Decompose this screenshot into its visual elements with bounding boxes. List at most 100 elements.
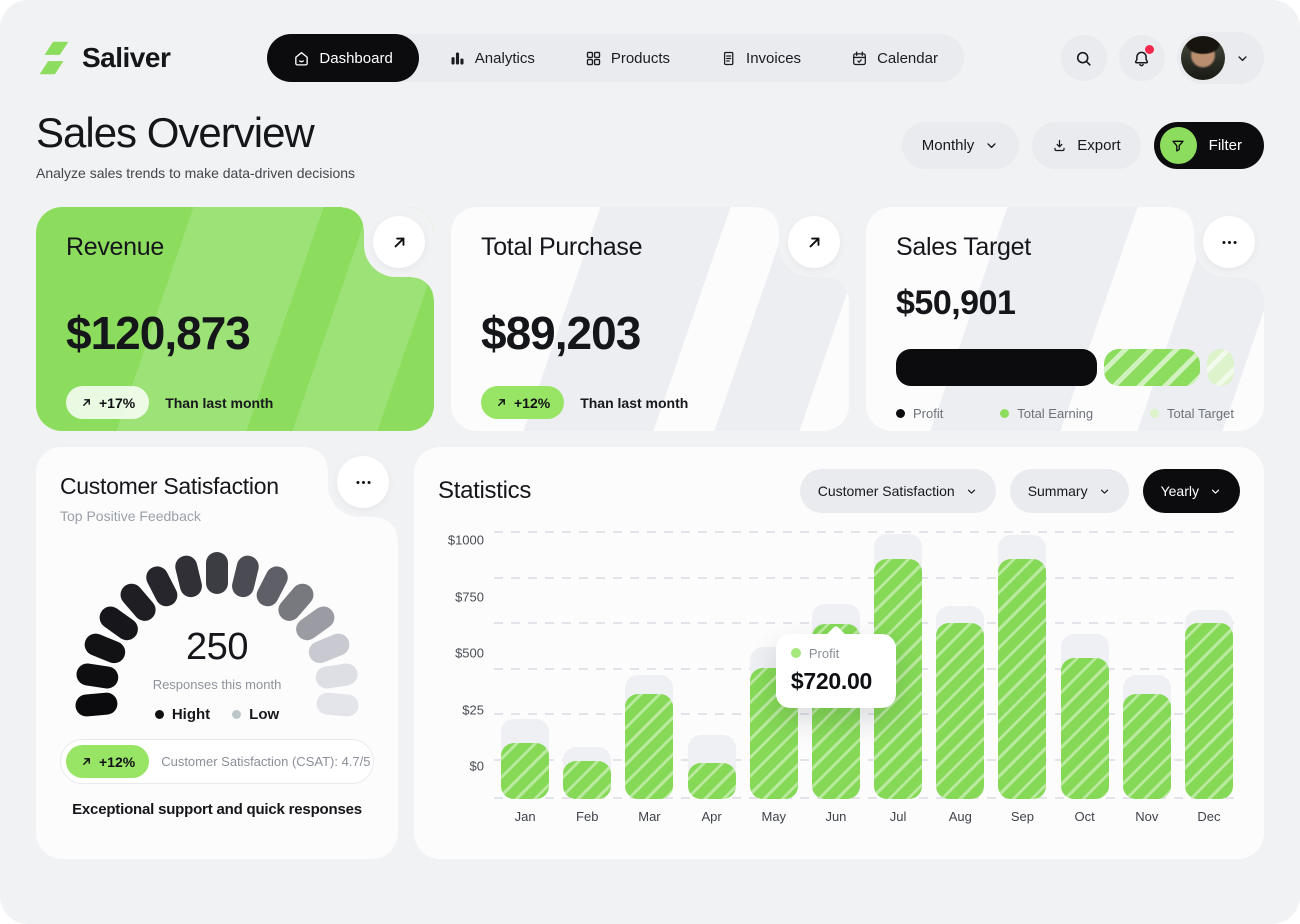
target-segment-total-target <box>1207 349 1234 386</box>
chart-bar-apr[interactable] <box>688 763 736 800</box>
chevron-down-icon <box>1098 485 1111 498</box>
chart-bar-sep[interactable] <box>998 559 1046 799</box>
statistics-title: Statistics <box>438 477 531 505</box>
page-title: Sales Overview <box>36 110 355 156</box>
profile-menu[interactable] <box>1177 32 1264 84</box>
invoice-icon <box>720 50 737 67</box>
filter-customer-satisfaction[interactable]: Customer Satisfaction <box>800 469 996 513</box>
ellipsis-icon <box>1220 233 1239 252</box>
chart-bar-aug[interactable] <box>936 623 984 800</box>
nav-item-products[interactable]: Products <box>565 34 690 82</box>
chart-plot: Profit $720.00 <box>494 531 1240 799</box>
revenue-expand-button[interactable] <box>373 216 425 268</box>
lightning-bolt-icon <box>36 39 72 77</box>
total-purchase-expand-button[interactable] <box>788 216 840 268</box>
chart-bar-group <box>1116 531 1178 799</box>
chart-bar-dec[interactable] <box>1185 623 1233 800</box>
period-dropdown[interactable]: Monthly <box>902 122 1020 169</box>
satisfaction-score-caption: Responses this month <box>81 677 353 692</box>
sales-target-card: Sales Target $50,901 ProfitTotal Earning… <box>866 207 1264 431</box>
chart-bar-jan[interactable] <box>501 743 549 799</box>
legend-item: Total Earning <box>1000 406 1093 421</box>
notification-dot <box>1145 45 1154 54</box>
filter-label: Summary <box>1028 483 1088 499</box>
nav-item-dashboard[interactable]: Dashboard <box>267 34 418 82</box>
nav-item-calendar[interactable]: Calendar <box>831 34 958 82</box>
chart-bar-group <box>494 531 556 799</box>
chart-bar-group <box>618 531 680 799</box>
chart-bar-nov[interactable] <box>1123 694 1171 799</box>
sales-target-legend: ProfitTotal EarningTotal Target <box>896 406 1234 421</box>
legend-dot <box>896 409 905 418</box>
legend-label: Hight <box>172 706 210 723</box>
revenue-title: Revenue <box>66 233 404 262</box>
calendar-icon <box>851 50 868 67</box>
x-axis-label: Feb <box>556 809 618 824</box>
download-icon <box>1052 138 1067 153</box>
legend-label: Total Earning <box>1017 406 1093 421</box>
arrow-up-right-icon <box>80 396 93 409</box>
filter-yearly[interactable]: Yearly <box>1143 469 1240 513</box>
revenue-footer: +17% Than last month <box>66 386 404 419</box>
revenue-note: Than last month <box>165 395 273 411</box>
chart-bar-feb[interactable] <box>563 761 611 799</box>
page-toolbar: Monthly Export Filter <box>902 122 1264 169</box>
page-subtitle: Analyze sales trends to make data-driven… <box>36 165 355 181</box>
gauge-segment <box>173 554 204 600</box>
satisfaction-gauge: 250 Responses this month <box>81 546 353 694</box>
nav-item-invoices[interactable]: Invoices <box>700 34 821 82</box>
tooltip-value: $720.00 <box>791 668 881 695</box>
filter-button[interactable]: Filter <box>1154 122 1264 169</box>
chart-bar-group <box>1054 531 1116 799</box>
satisfaction-more-button[interactable] <box>337 456 389 508</box>
legend-dot <box>232 710 241 719</box>
satisfaction-subtitle: Top Positive Feedback <box>60 508 374 524</box>
x-axis-label: Mar <box>618 809 680 824</box>
satisfaction-delta-badge: +12% <box>66 745 149 778</box>
main-nav: Dashboard Analytics Products Invoices <box>267 34 964 82</box>
legend-label: Low <box>249 706 279 723</box>
revenue-value: $120,873 <box>66 306 404 360</box>
home-icon <box>293 50 310 67</box>
legend-dot <box>1000 409 1009 418</box>
chart-bar-oct[interactable] <box>1061 658 1109 799</box>
x-axis-label: Sep <box>991 809 1053 824</box>
filter-summary[interactable]: Summary <box>1010 469 1129 513</box>
dashboard-app: Saliver Dashboard Analytics Products <box>0 0 1300 924</box>
x-axis-label: May <box>743 809 805 824</box>
brand-name: Saliver <box>82 42 170 74</box>
target-segment-total-earning <box>1104 349 1200 386</box>
x-axis-label: Jan <box>494 809 556 824</box>
search-icon <box>1074 49 1093 68</box>
legend-item: Total Target <box>1150 406 1234 421</box>
total-purchase-title: Total Purchase <box>481 233 819 262</box>
chart-bar-group <box>991 531 1053 799</box>
sales-target-more-button[interactable] <box>1203 216 1255 268</box>
satisfaction-footnote: Exceptional support and quick responses <box>60 801 374 818</box>
target-segment-profit <box>896 349 1097 386</box>
ellipsis-icon <box>354 473 373 492</box>
notifications-button[interactable] <box>1119 35 1165 81</box>
statistics-filters: Customer Satisfaction Summary Yearly <box>800 469 1240 513</box>
export-button[interactable]: Export <box>1032 122 1140 169</box>
nav-item-analytics[interactable]: Analytics <box>429 34 555 82</box>
tooltip-dot <box>791 648 801 658</box>
statistics-card: Statistics Customer Satisfaction Summary Y… <box>414 447 1264 859</box>
y-axis-label: $25 <box>462 702 484 717</box>
chart-bar-mar[interactable] <box>625 694 673 799</box>
chart-x-axis: JanFebMarAprMayJunJulAugSepOctNovDec <box>494 809 1240 824</box>
total-purchase-footer: +12% Than last month <box>481 386 819 419</box>
x-axis-label: Oct <box>1054 809 1116 824</box>
y-axis-label: $750 <box>455 589 484 604</box>
legend-dot <box>1150 409 1159 418</box>
sales-target-title: Sales Target <box>896 233 1234 262</box>
search-button[interactable] <box>1061 35 1107 81</box>
gauge-segment <box>206 552 228 594</box>
legend-item: Low <box>232 706 279 723</box>
arrow-up-right-icon <box>390 233 409 252</box>
filter-label: Customer Satisfaction <box>818 483 955 499</box>
page-header: Sales Overview Analyze sales trends to m… <box>36 110 1264 181</box>
x-axis-label: Dec <box>1178 809 1240 824</box>
sales-target-bar <box>896 349 1234 386</box>
topbar: Saliver Dashboard Analytics Products <box>36 34 1264 82</box>
